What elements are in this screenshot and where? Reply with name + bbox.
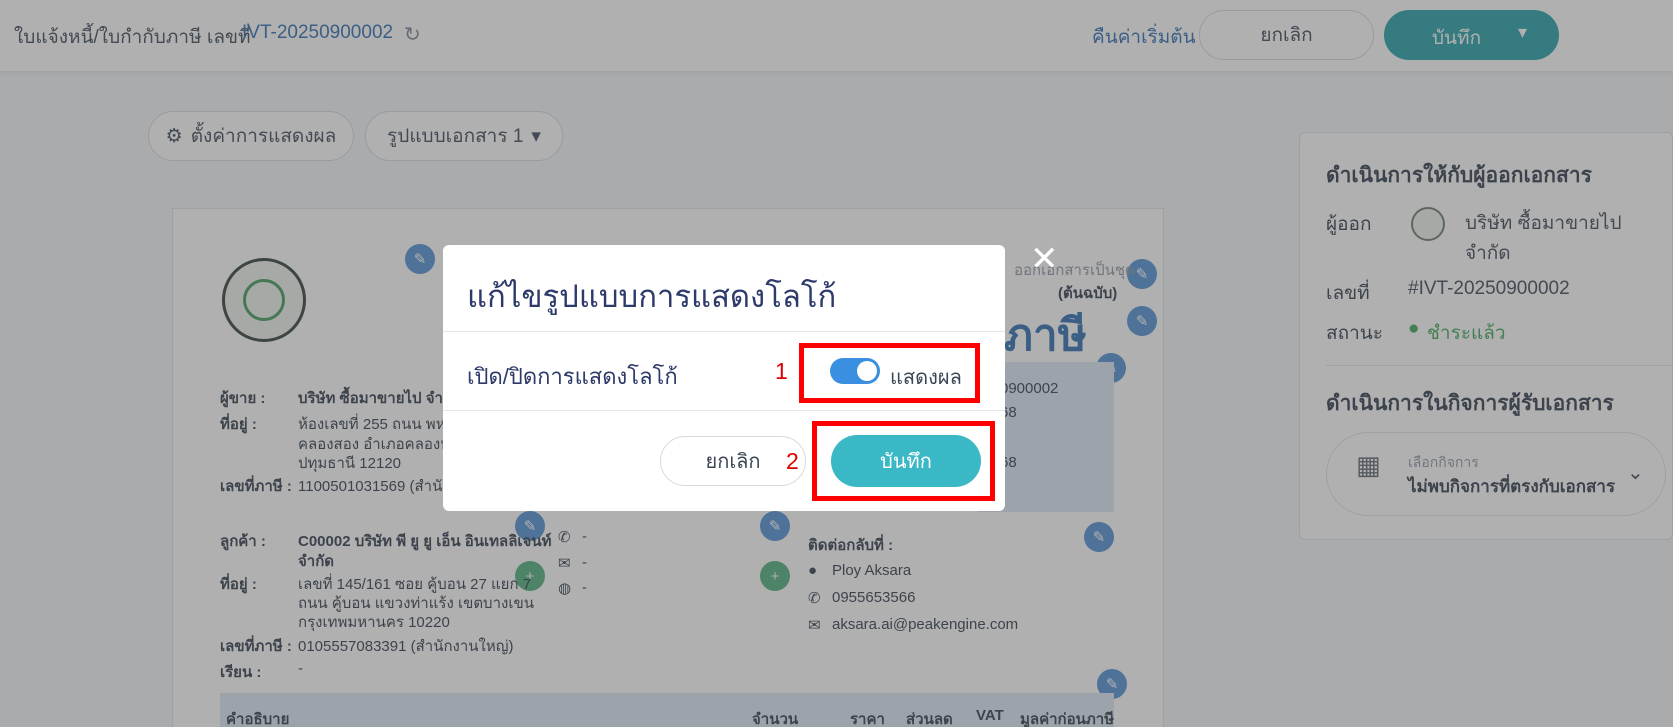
annotation-box-save <box>812 421 995 501</box>
modal-cancel-button[interactable]: ยกเลิก <box>660 436 806 486</box>
annotation-step-2: 2 <box>786 448 799 474</box>
annotation-box-toggle <box>799 343 980 403</box>
divider <box>443 410 1005 411</box>
modal-cancel-label: ยกเลิก <box>705 451 761 473</box>
modal-title: แก้ไขรูปแบบการแสดงโลโก้ <box>467 279 837 314</box>
close-icon[interactable]: ✕ <box>1030 242 1059 276</box>
annotation-step-1: 1 <box>775 358 788 384</box>
logo-toggle-label: เปิด/ปิดการแสดงโลโก้ <box>467 364 678 389</box>
divider <box>443 331 1005 332</box>
